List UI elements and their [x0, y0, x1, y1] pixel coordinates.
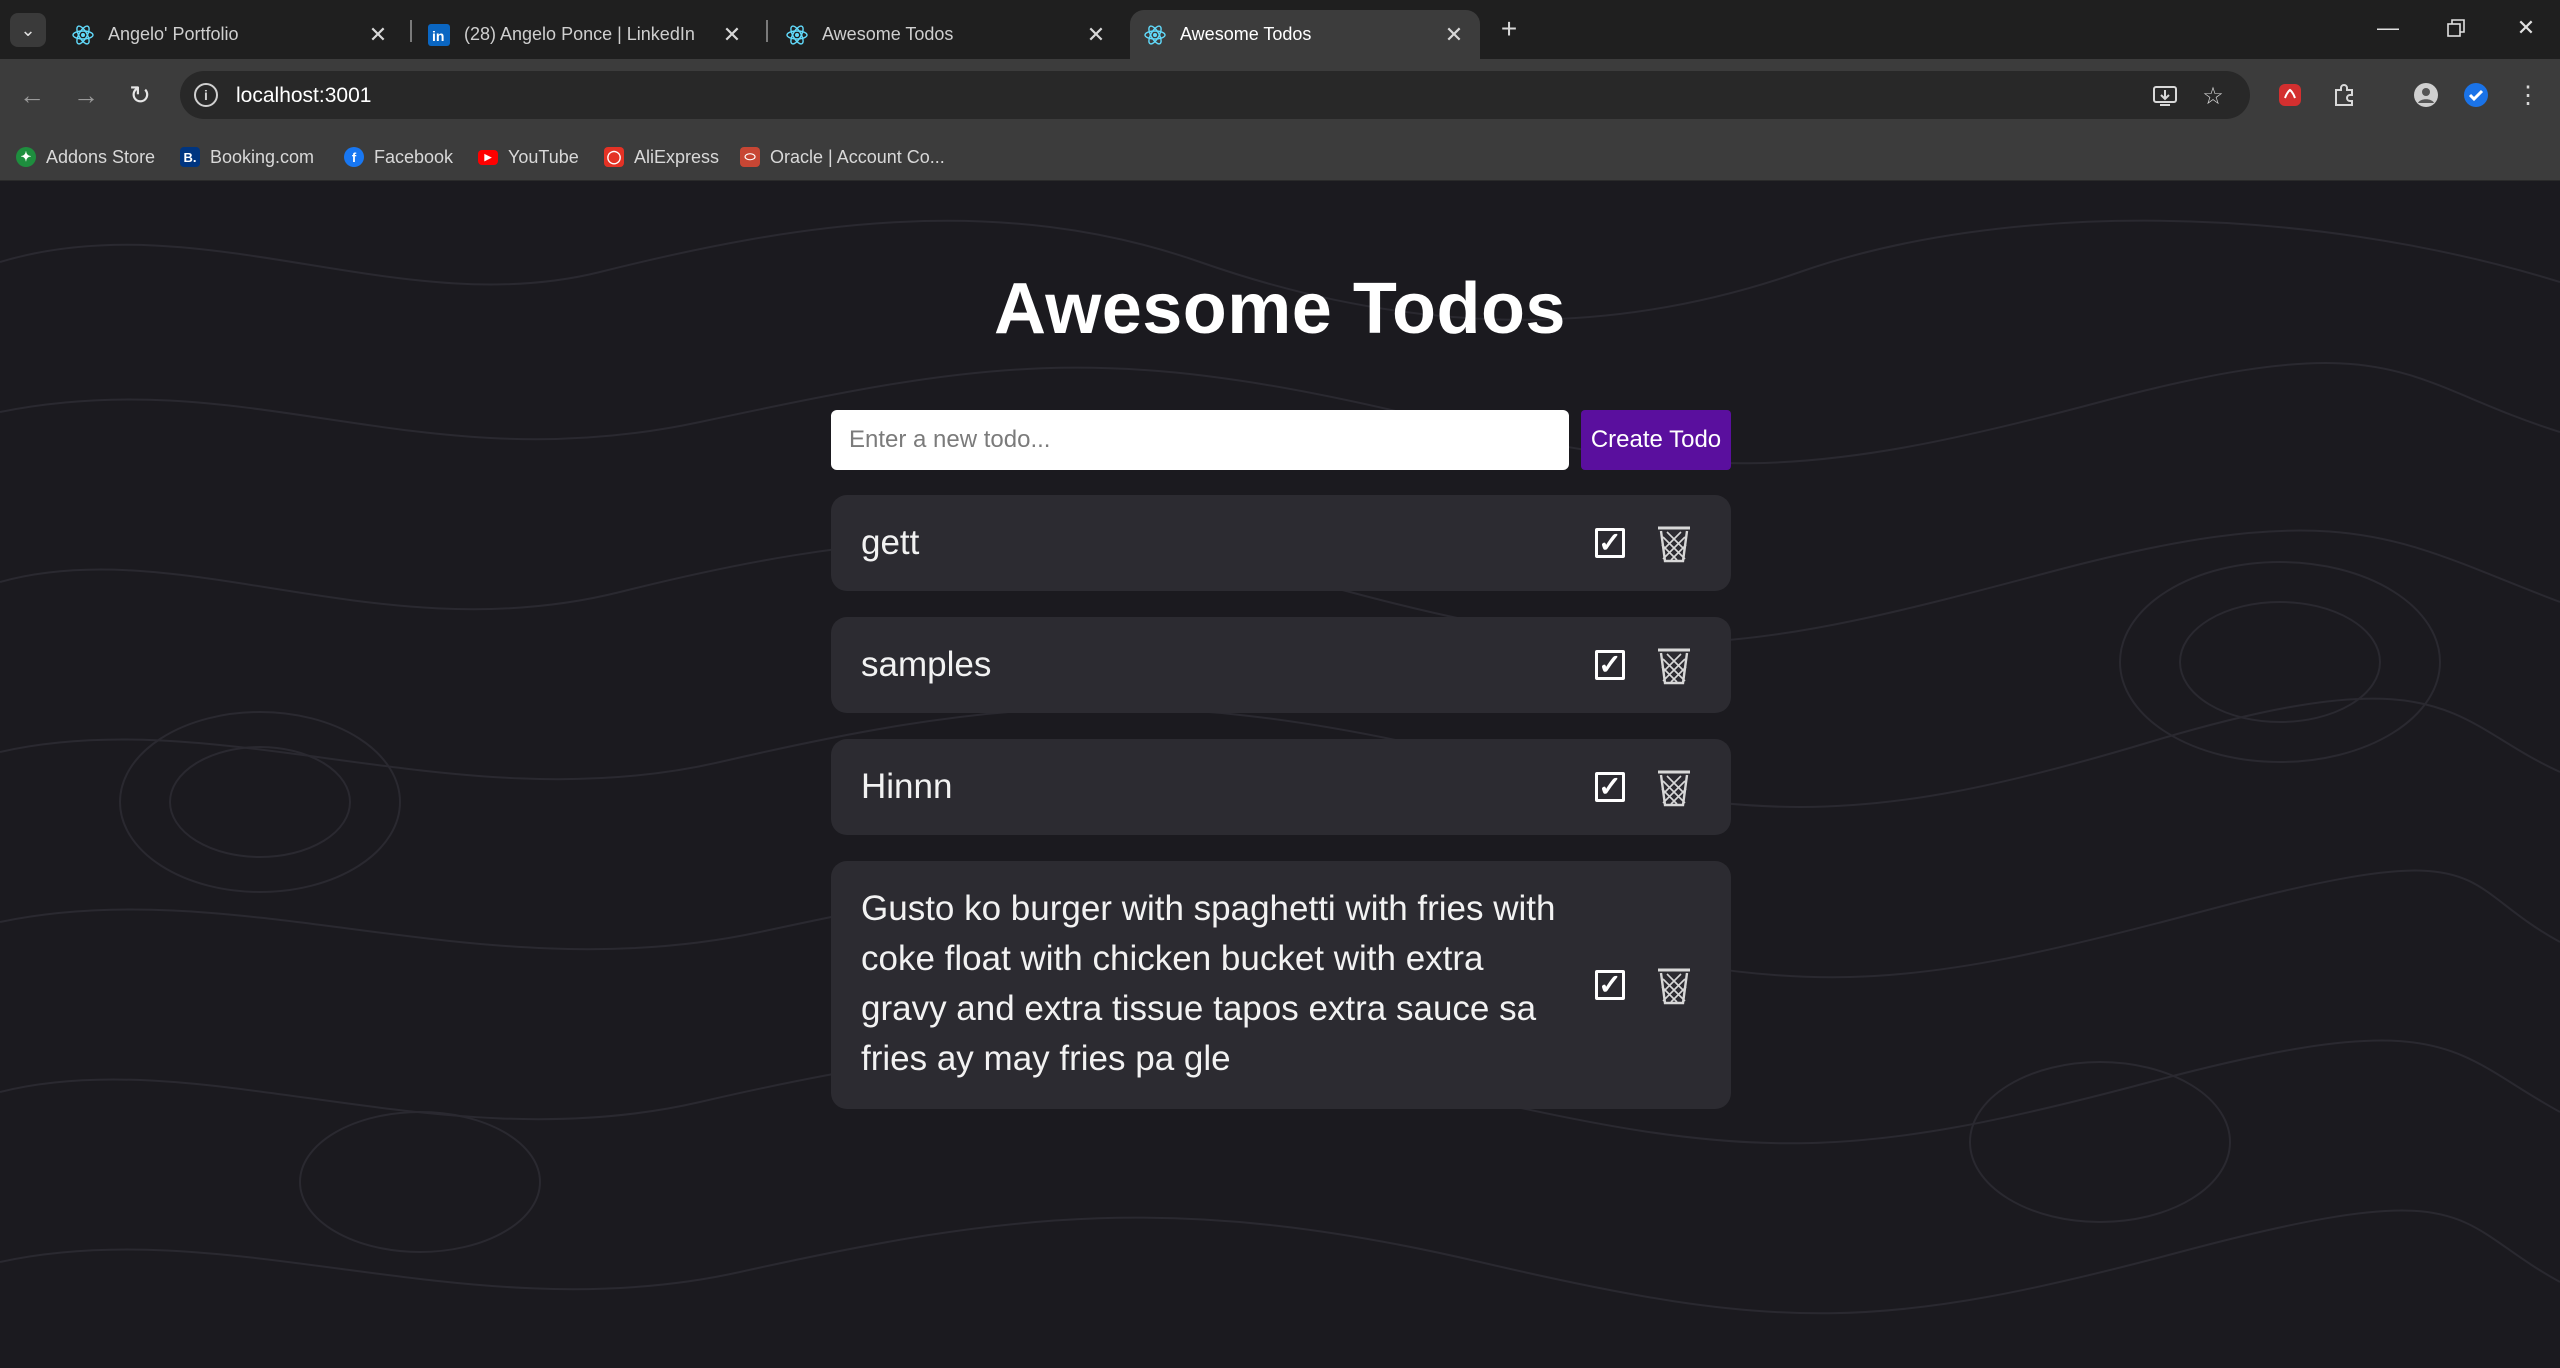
shield-check-icon[interactable]	[2458, 77, 2494, 113]
tab-search-button[interactable]: ⌄	[10, 13, 46, 47]
checkbox-icon[interactable]: ✓	[1595, 772, 1625, 802]
profile-avatar-icon[interactable]	[2408, 77, 2444, 113]
tab-awesome-todos[interactable]: Awesome Todos ✕	[772, 10, 1122, 59]
tab-title: Awesome Todos	[1180, 24, 1312, 44]
tab-strip: ⌄ Angelo' Portfolio ✕ in (28) Angelo Pon…	[0, 0, 2560, 59]
react-icon	[786, 24, 808, 46]
bookmark-booking[interactable]: B. Booking.com	[180, 143, 314, 171]
extensions-puzzle-icon[interactable]	[2326, 77, 2362, 113]
facebook-icon: f	[344, 147, 364, 167]
trash-icon[interactable]	[1655, 767, 1693, 807]
checkbox-icon[interactable]: ✓	[1595, 528, 1625, 558]
todo-text: gett	[861, 523, 920, 562]
react-icon	[72, 24, 94, 46]
tab-title: (28) Angelo Ponce | LinkedIn	[464, 24, 695, 44]
aliexpress-icon: ◯	[604, 147, 624, 167]
trash-icon[interactable]	[1655, 965, 1693, 1005]
menu-kebab-icon[interactable]: ⋮	[2510, 77, 2546, 113]
url-text[interactable]: localhost:3001	[236, 84, 371, 108]
todo-item: samples ✓	[831, 617, 1731, 713]
back-button[interactable]: ←	[12, 75, 52, 115]
todo-form: Create Todo	[831, 410, 1731, 470]
tab-awesome-todos-active[interactable]: Awesome Todos ✕	[1130, 10, 1480, 59]
tab-title: Awesome Todos	[822, 24, 954, 44]
bookmark-oracle[interactable]: ⬭ Oracle | Account Co...	[740, 143, 945, 171]
bookmark-label: Oracle | Account Co...	[770, 146, 945, 167]
arrow-left-icon: ←	[19, 79, 45, 110]
close-icon[interactable]: ✕	[1082, 21, 1110, 49]
todo-text: Gusto ko burger with spaghetti with frie…	[861, 884, 1581, 1084]
checkbox-icon[interactable]: ✓	[1595, 650, 1625, 680]
bookmarks-bar: ✦ Addons Store B. Booking.com f Facebook…	[0, 133, 2560, 181]
site-info-icon[interactable]: i	[194, 83, 218, 107]
plus-icon: +	[1500, 13, 1518, 44]
browser-toolbar: ← → ↻ i localhost:3001 ☆ ⋮	[0, 59, 2560, 133]
bookmark-aliexpress[interactable]: ◯ AliExpress	[604, 143, 719, 171]
addons-icon: ✦	[16, 147, 36, 167]
todo-item: Hinnn ✓	[831, 739, 1731, 835]
new-tab-button[interactable]: +	[1494, 13, 1524, 44]
trash-icon[interactable]	[1655, 523, 1693, 563]
page-title: Awesome Todos	[994, 269, 1566, 349]
tab-portfolio[interactable]: Angelo' Portfolio ✕	[58, 10, 404, 59]
restore-icon	[2447, 19, 2465, 37]
todo-text-line: Gusto ko burger with spaghetti with frie…	[861, 889, 1556, 928]
address-bar[interactable]: i localhost:3001 ☆	[180, 71, 2250, 119]
booking-icon: B.	[180, 147, 200, 167]
tab-linkedin[interactable]: in (28) Angelo Ponce | LinkedIn ✕	[414, 10, 758, 59]
bookmark-youtube[interactable]: ▶ YouTube	[478, 143, 579, 171]
close-icon[interactable]: ✕	[1440, 21, 1468, 49]
svg-text:in: in	[432, 28, 444, 44]
reload-icon: ↻	[129, 79, 151, 110]
todo-text: Hinnn	[861, 767, 953, 806]
todo-text-line: coke float with chicken bucket with extr…	[861, 939, 1484, 978]
bookmark-label: Addons Store	[46, 146, 156, 167]
todo-item: gett ✓	[831, 495, 1731, 591]
tab-separator	[410, 20, 412, 42]
tab-title: Angelo' Portfolio	[108, 24, 239, 44]
tab-separator	[766, 20, 768, 42]
todo-item: Gusto ko burger with spaghetti with frie…	[831, 861, 1731, 1109]
close-icon[interactable]: ✕	[364, 21, 392, 49]
bookmark-label: Booking.com	[210, 146, 315, 167]
react-icon	[1144, 24, 1166, 46]
close-icon: ✕	[2516, 15, 2536, 40]
create-todo-button[interactable]: Create Todo	[1581, 410, 1731, 470]
todo-text-line: fries ay may fries pa gle	[861, 1039, 1231, 1078]
restore-button[interactable]	[2432, 8, 2480, 48]
close-icon[interactable]: ✕	[718, 21, 746, 49]
todo-text: samples	[861, 645, 992, 684]
minimize-button[interactable]: —	[2364, 8, 2412, 48]
bookmark-star-icon[interactable]: ☆	[2198, 81, 2228, 111]
linkedin-icon: in	[428, 23, 450, 46]
chevron-down-icon: ⌄	[20, 19, 36, 40]
arrow-right-icon: →	[73, 79, 99, 110]
forward-button[interactable]: →	[66, 75, 106, 115]
checkbox-icon[interactable]: ✓	[1595, 970, 1625, 1000]
page-viewport: Awesome Todos Create Todo gett ✓ samples…	[0, 182, 2560, 1368]
bookmark-addons-store[interactable]: ✦ Addons Store	[16, 143, 155, 171]
youtube-icon: ▶	[478, 149, 498, 165]
oracle-icon: ⬭	[740, 147, 760, 167]
todo-text-line: gravy and extra tissue tapos extra sauce…	[861, 989, 1537, 1028]
trash-icon[interactable]	[1655, 645, 1693, 685]
bookmark-label: Facebook	[374, 146, 454, 167]
bookmark-label: AliExpress	[634, 146, 720, 167]
extension-pdf-icon[interactable]	[2272, 77, 2308, 113]
close-window-button[interactable]: ✕	[2502, 8, 2550, 48]
new-todo-input[interactable]	[831, 410, 1569, 470]
bookmark-label: YouTube	[508, 146, 579, 167]
bookmark-facebook[interactable]: f Facebook	[344, 143, 453, 171]
minimize-icon: —	[2377, 15, 2399, 40]
install-app-icon[interactable]	[2150, 81, 2180, 111]
reload-button[interactable]: ↻	[120, 75, 160, 115]
